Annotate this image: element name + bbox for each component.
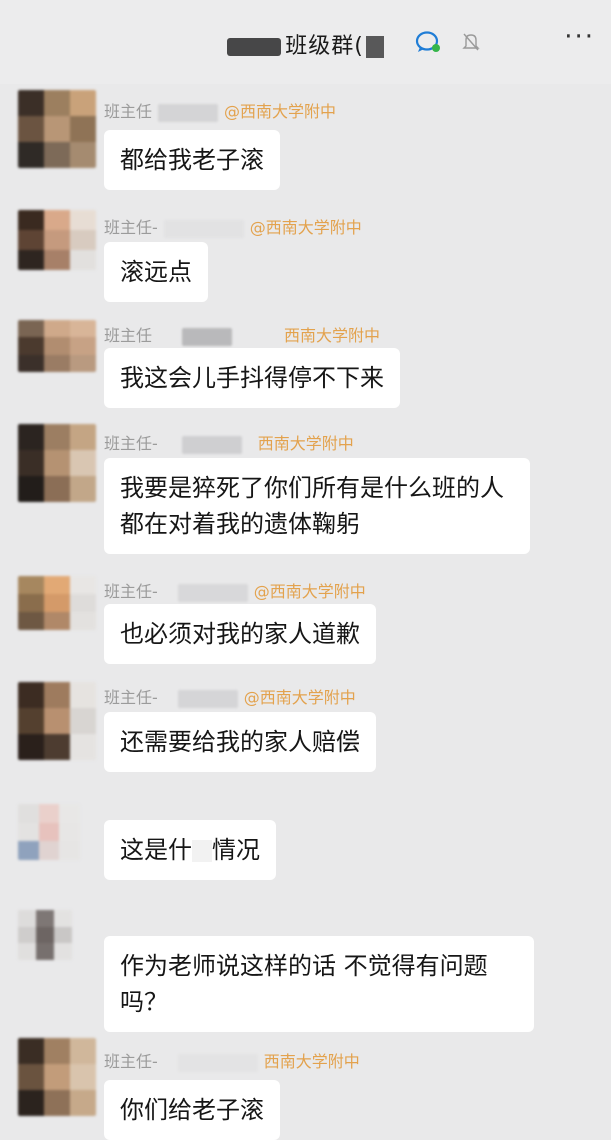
avatar[interactable] <box>18 576 96 630</box>
message-bubble[interactable]: 这是什 情况 <box>104 820 276 880</box>
redacted-block <box>182 327 233 346</box>
group-title-text: 班级群( <box>285 34 364 59</box>
sender-name: 班主任- <box>104 688 158 707</box>
redacted-block <box>177 583 248 602</box>
avatar[interactable] <box>18 424 96 502</box>
sender-line: 班主任- @西南大学附中 <box>104 214 362 238</box>
more-icon[interactable]: ··· <box>564 22 595 52</box>
sender-line: 班主任- @西南大学附中 <box>104 578 366 602</box>
redacted-block <box>227 38 282 56</box>
sender-org-tag: 西南大学附中 <box>263 1052 360 1071</box>
avatar[interactable] <box>18 210 96 270</box>
sender-name: 班主任 <box>104 326 153 345</box>
chat-header: 班级群( ··· <box>0 0 611 84</box>
sender-org-tag: 西南大学附中 <box>284 326 381 345</box>
redacted-block <box>192 840 212 862</box>
message-bubble[interactable]: 我这会儿手抖得停不下来 <box>104 348 400 408</box>
avatar[interactable] <box>18 1038 96 1116</box>
group-title[interactable]: 班级群( <box>0 28 611 60</box>
message-bubble[interactable]: 我要是猝死了你们所有是什么班的人都在对着我的遗体鞠躬 <box>104 458 530 554</box>
sender-org-tag: 西南大学附中 <box>257 434 354 453</box>
avatar[interactable] <box>18 804 80 860</box>
message-text-part: 情况 <box>212 836 260 864</box>
sender-line: 班主任- 西南大学附中 <box>104 430 354 454</box>
message-bubble[interactable]: 作为老师说这样的话 不觉得有问题吗？ <box>104 936 534 1032</box>
sender-name: 班主任 <box>104 102 153 121</box>
message-bubble[interactable]: 都给我老子滚 <box>104 130 280 190</box>
sender-org-tag: @西南大学附中 <box>249 218 362 237</box>
message-bubble[interactable]: 你们给老子滚 <box>104 1080 280 1140</box>
avatar[interactable] <box>18 910 72 960</box>
redacted-block <box>163 219 244 238</box>
sender-name: 班主任- <box>104 582 158 601</box>
avatar[interactable] <box>18 320 96 372</box>
sender-line: 班主任- @西南大学附中 <box>104 684 356 708</box>
sender-org-tag: @西南大学附中 <box>224 102 337 121</box>
message-bubble[interactable]: 滚远点 <box>104 242 208 302</box>
message-bubble[interactable]: 也必须对我的家人道歉 <box>104 604 376 664</box>
muted-bell-icon[interactable] <box>462 32 480 52</box>
message-text-part: 这是什 <box>120 836 192 864</box>
message-bubble[interactable]: 还需要给我的家人赔偿 <box>104 712 376 772</box>
sender-name: 班主任- <box>104 434 158 453</box>
sender-org-tag: @西南大学附中 <box>243 688 356 707</box>
sender-name: 班主任- <box>104 218 158 237</box>
sender-line: 班主任 西南大学附中 <box>104 322 380 346</box>
avatar[interactable] <box>18 90 96 168</box>
redacted-block <box>177 689 238 708</box>
sender-name: 班主任- <box>104 1052 158 1071</box>
chat-bubble-icon[interactable] <box>415 30 441 54</box>
sender-org-tag: @西南大学附中 <box>253 582 366 601</box>
sender-line: 班主任 @西南大学附中 <box>104 98 336 122</box>
redacted-block <box>365 36 384 58</box>
avatar[interactable] <box>18 682 96 760</box>
sender-line: 班主任- 西南大学附中 <box>104 1048 360 1072</box>
redacted-block <box>177 1053 258 1072</box>
redacted-block <box>158 103 219 122</box>
redacted-block <box>181 435 242 454</box>
